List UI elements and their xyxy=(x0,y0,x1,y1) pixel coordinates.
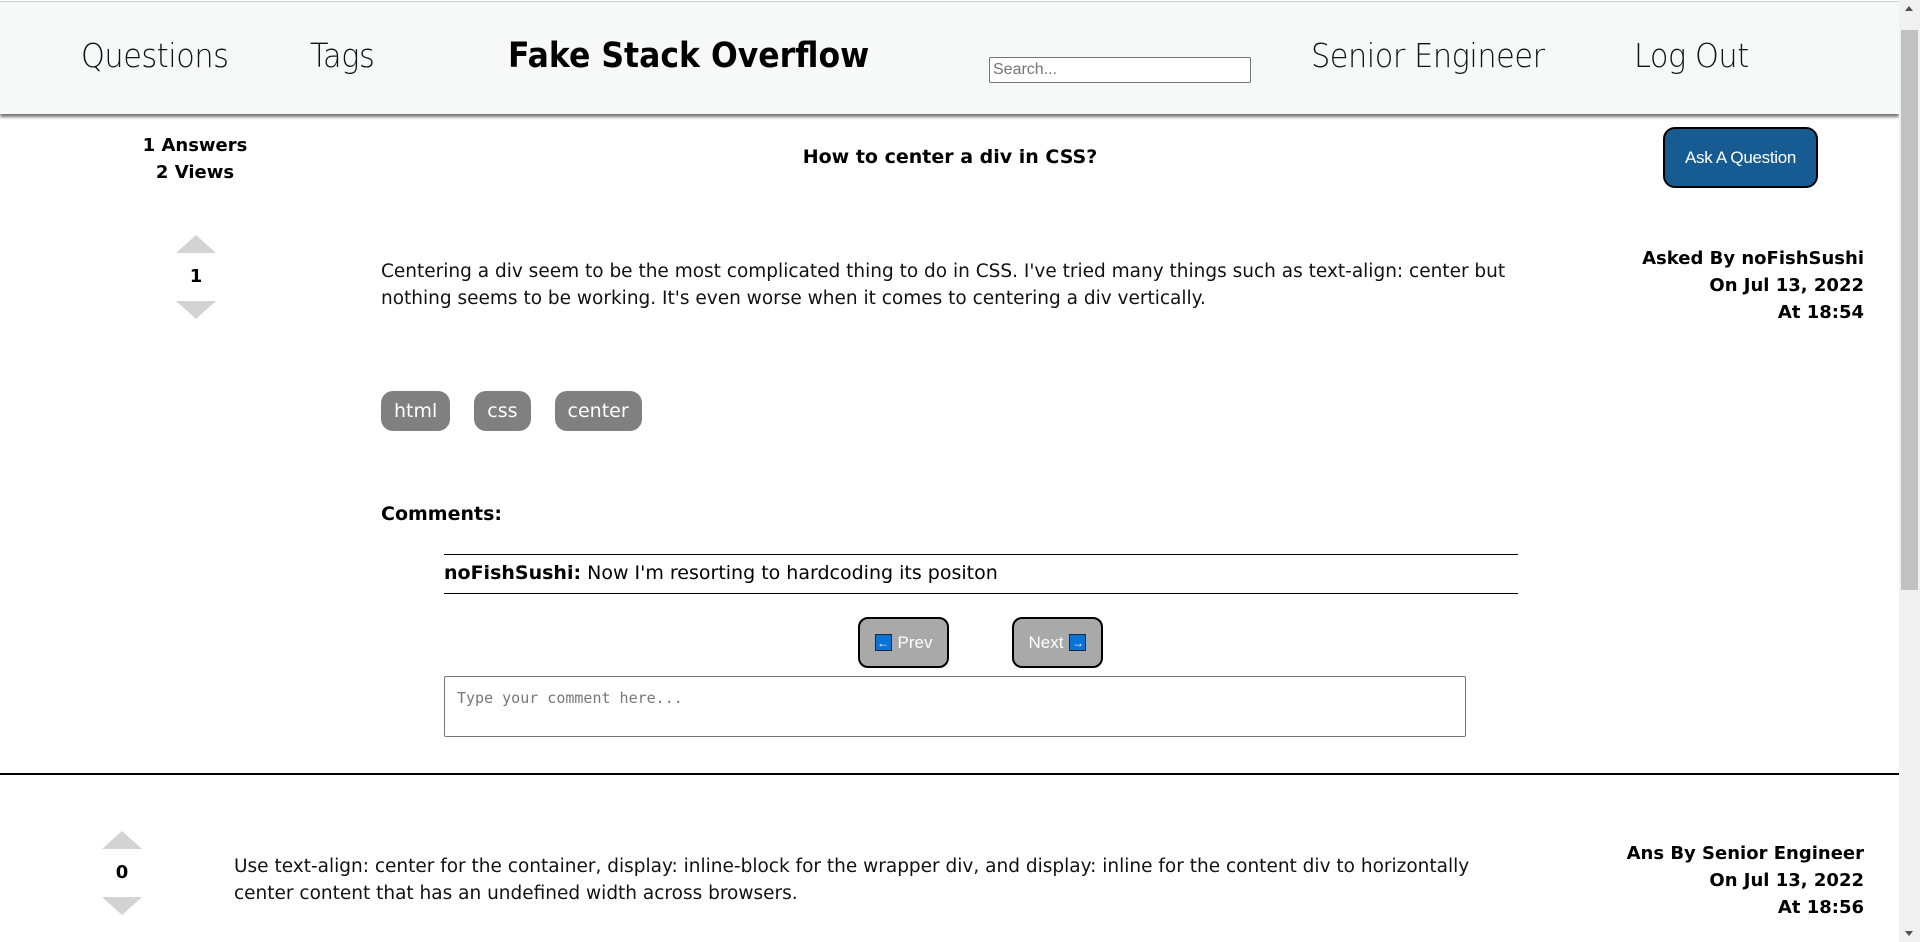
answered-by: Ans By Senior Engineer xyxy=(1626,843,1864,864)
answered-at: At 18:56 xyxy=(1777,897,1864,918)
comment-input[interactable] xyxy=(444,676,1466,737)
upvote-icon[interactable] xyxy=(102,831,142,849)
next-label: Next xyxy=(1028,632,1064,652)
search-input[interactable] xyxy=(989,57,1251,83)
tag-button[interactable]: css xyxy=(474,391,531,431)
question-stats: 1 Answers 2 Views xyxy=(130,132,260,186)
arrow-left-icon: ← xyxy=(874,634,892,651)
upvote-icon[interactable] xyxy=(176,235,216,253)
tag-button[interactable]: html xyxy=(381,391,451,431)
arrow-right-icon: → xyxy=(1069,634,1087,651)
asked-at: At 18:54 xyxy=(1777,302,1864,323)
page: Questions Tags Fake Stack Overflow Senio… xyxy=(0,0,1899,942)
question-title: How to center a div in CSS? xyxy=(802,146,1098,168)
downvote-icon[interactable] xyxy=(102,897,142,915)
scroll-up-icon[interactable] xyxy=(1899,0,1920,17)
answer-vote-widget: 0 xyxy=(102,831,142,915)
answer-separator xyxy=(0,773,1899,775)
answer-meta: Ans By Senior Engineer On Jul 13, 2022 A… xyxy=(1627,840,1864,921)
downvote-icon[interactable] xyxy=(176,301,216,319)
prev-comments-button[interactable]: ← Prev xyxy=(858,617,949,668)
user-name-link[interactable]: Senior Engineer xyxy=(1311,36,1545,75)
prev-label: Prev xyxy=(897,632,933,652)
answer-vote-count: 0 xyxy=(115,862,129,883)
answer-body: Use text-align: center for the container… xyxy=(234,856,1470,904)
comment-author: noFishSushi: xyxy=(444,562,582,584)
question-vote-count: 1 xyxy=(189,266,203,287)
answered-on: On Jul 13, 2022 xyxy=(1709,870,1864,891)
scroll-down-icon[interactable] xyxy=(1899,925,1920,942)
question-body: Centering a div seem to be the most comp… xyxy=(381,261,1506,309)
answers-count: 1 Answers xyxy=(142,135,248,156)
scrollbar-thumb[interactable] xyxy=(1901,30,1918,590)
asked-by: Asked By noFishSushi xyxy=(1642,248,1864,269)
tag-button[interactable]: center xyxy=(554,391,642,431)
views-count: 2 Views xyxy=(155,162,235,183)
next-comments-button[interactable]: Next → xyxy=(1012,617,1103,668)
logout-link[interactable]: Log Out xyxy=(1634,36,1749,75)
nav-questions-link[interactable]: Questions xyxy=(81,36,229,75)
top-nav-bar: Questions Tags Fake Stack Overflow Senio… xyxy=(0,1,1899,114)
question-vote-widget: 1 xyxy=(176,235,216,319)
tag-list: html css center xyxy=(381,391,642,431)
site-title: Fake Stack Overflow xyxy=(508,36,870,76)
comments-heading: Comments: xyxy=(381,503,502,525)
nav-tags-link[interactable]: Tags xyxy=(310,36,375,75)
comment-item: noFishSushi: Now I'm resorting to hardco… xyxy=(444,554,1518,594)
comment-text: Now I'm resorting to hardcoding its posi… xyxy=(581,562,998,584)
question-meta: Asked By noFishSushi On Jul 13, 2022 At … xyxy=(1642,245,1864,326)
ask-question-button[interactable]: Ask A Question xyxy=(1663,127,1818,188)
vertical-scrollbar[interactable] xyxy=(1899,0,1920,942)
asked-on: On Jul 13, 2022 xyxy=(1709,275,1864,296)
